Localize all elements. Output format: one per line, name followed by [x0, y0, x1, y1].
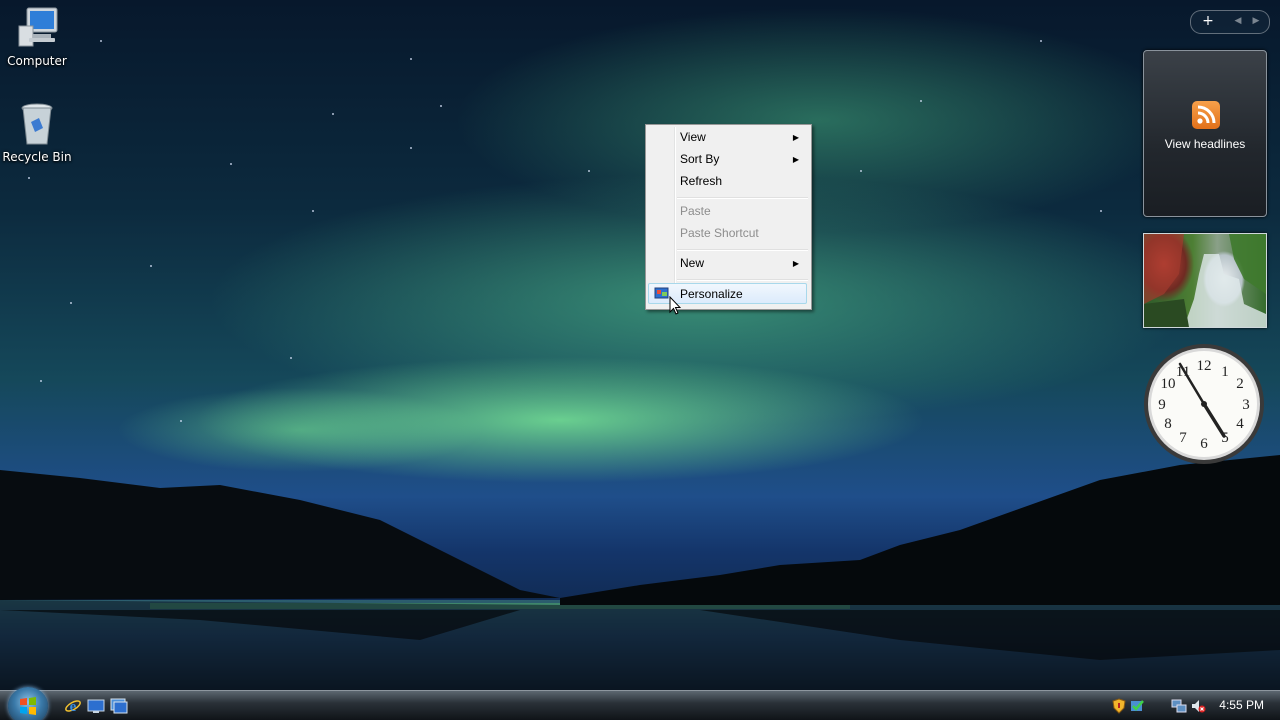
clock-numeral: 4	[1236, 416, 1244, 432]
submenu-arrow-icon: ▶	[792, 155, 799, 164]
menu-item-sort-by[interactable]: Sort By ▶	[648, 149, 807, 170]
menu-item-paste-shortcut[interactable]: Paste Shortcut	[648, 223, 807, 244]
menu-item-new[interactable]: New ▶	[648, 253, 807, 274]
rss-icon	[1192, 101, 1220, 129]
menu-separator	[677, 197, 808, 199]
previous-page-button[interactable]: ◀	[1229, 12, 1247, 30]
switch-windows-icon[interactable]	[110, 697, 128, 715]
clock-numeral: 7	[1179, 430, 1187, 446]
menu-item-label: Paste	[680, 204, 711, 218]
recycle-bin-icon	[21, 103, 53, 145]
menu-item-refresh[interactable]: Refresh	[648, 171, 807, 192]
windows-update-icon[interactable]	[1129, 698, 1145, 714]
menu-item-label: New	[680, 256, 705, 270]
clock-numeral: 6	[1200, 436, 1208, 452]
network-icon[interactable]	[1171, 698, 1187, 714]
internet-explorer-icon[interactable]: e	[64, 697, 82, 715]
clock-numeral: 10	[1161, 376, 1176, 392]
view-headlines-label[interactable]: View headlines	[1144, 137, 1266, 151]
slideshow-gadget[interactable]	[1143, 233, 1267, 328]
menu-separator	[677, 249, 808, 251]
menu-item-label: Paste Shortcut	[680, 226, 759, 240]
clock-numeral: 12	[1197, 358, 1212, 374]
menu-item-label: View	[680, 130, 706, 144]
computer-icon	[18, 7, 58, 47]
gadget-toolbar: + ◀ ▶	[1190, 10, 1270, 34]
add-gadget-button[interactable]: +	[1195, 12, 1221, 30]
desktop-icon-label: Recycle Bin	[2, 150, 72, 164]
clock-gadget[interactable]: 12 1 2 3 4 5 6 7 8 9 10 11	[1142, 342, 1266, 466]
clock-numeral: 3	[1242, 397, 1250, 413]
personalize-icon	[654, 287, 669, 299]
security-shield-icon[interactable]	[1111, 698, 1127, 714]
start-button[interactable]	[8, 687, 48, 720]
mountain-silhouette	[0, 455, 1280, 690]
menu-item-label: Sort By	[680, 152, 720, 166]
clock-numeral: 2	[1236, 376, 1244, 392]
volume-muted-icon[interactable]	[1190, 698, 1206, 714]
desktop-icon-label: Computer	[7, 54, 67, 68]
waterfall-photo	[1144, 234, 1266, 327]
desktop-icon-recycle-bin[interactable]: Recycle Bin	[0, 100, 74, 164]
clock-numeral: 1	[1221, 364, 1229, 380]
taskbar-clock[interactable]: 4:55 PM	[1219, 698, 1264, 712]
menu-item-label: Personalize	[680, 287, 743, 301]
menu-item-paste[interactable]: Paste	[648, 201, 807, 222]
desktop-context-menu: View ▶ Sort By ▶ Refresh Paste Paste Sho…	[645, 124, 812, 310]
menu-item-view[interactable]: View ▶	[648, 127, 807, 148]
desktop-icon-computer[interactable]: Computer	[0, 4, 74, 68]
clock-numeral: 8	[1164, 416, 1172, 432]
mouse-cursor-icon	[669, 296, 681, 315]
desktop-background[interactable]	[0, 0, 1280, 690]
svg-text:e: e	[70, 699, 77, 715]
show-desktop-icon[interactable]	[87, 697, 105, 715]
next-page-button[interactable]: ▶	[1247, 12, 1265, 30]
feed-headlines-gadget[interactable]: View headlines	[1143, 50, 1267, 217]
clock-numeral: 9	[1158, 397, 1166, 413]
windows-logo-icon	[20, 697, 36, 715]
menu-separator	[677, 279, 808, 281]
menu-item-label: Refresh	[680, 174, 723, 188]
submenu-arrow-icon: ▶	[792, 259, 799, 268]
taskbar: e 4:55 PM	[0, 687, 1280, 720]
system-tray: 4:55 PM	[1105, 691, 1280, 720]
submenu-arrow-icon: ▶	[792, 133, 799, 142]
